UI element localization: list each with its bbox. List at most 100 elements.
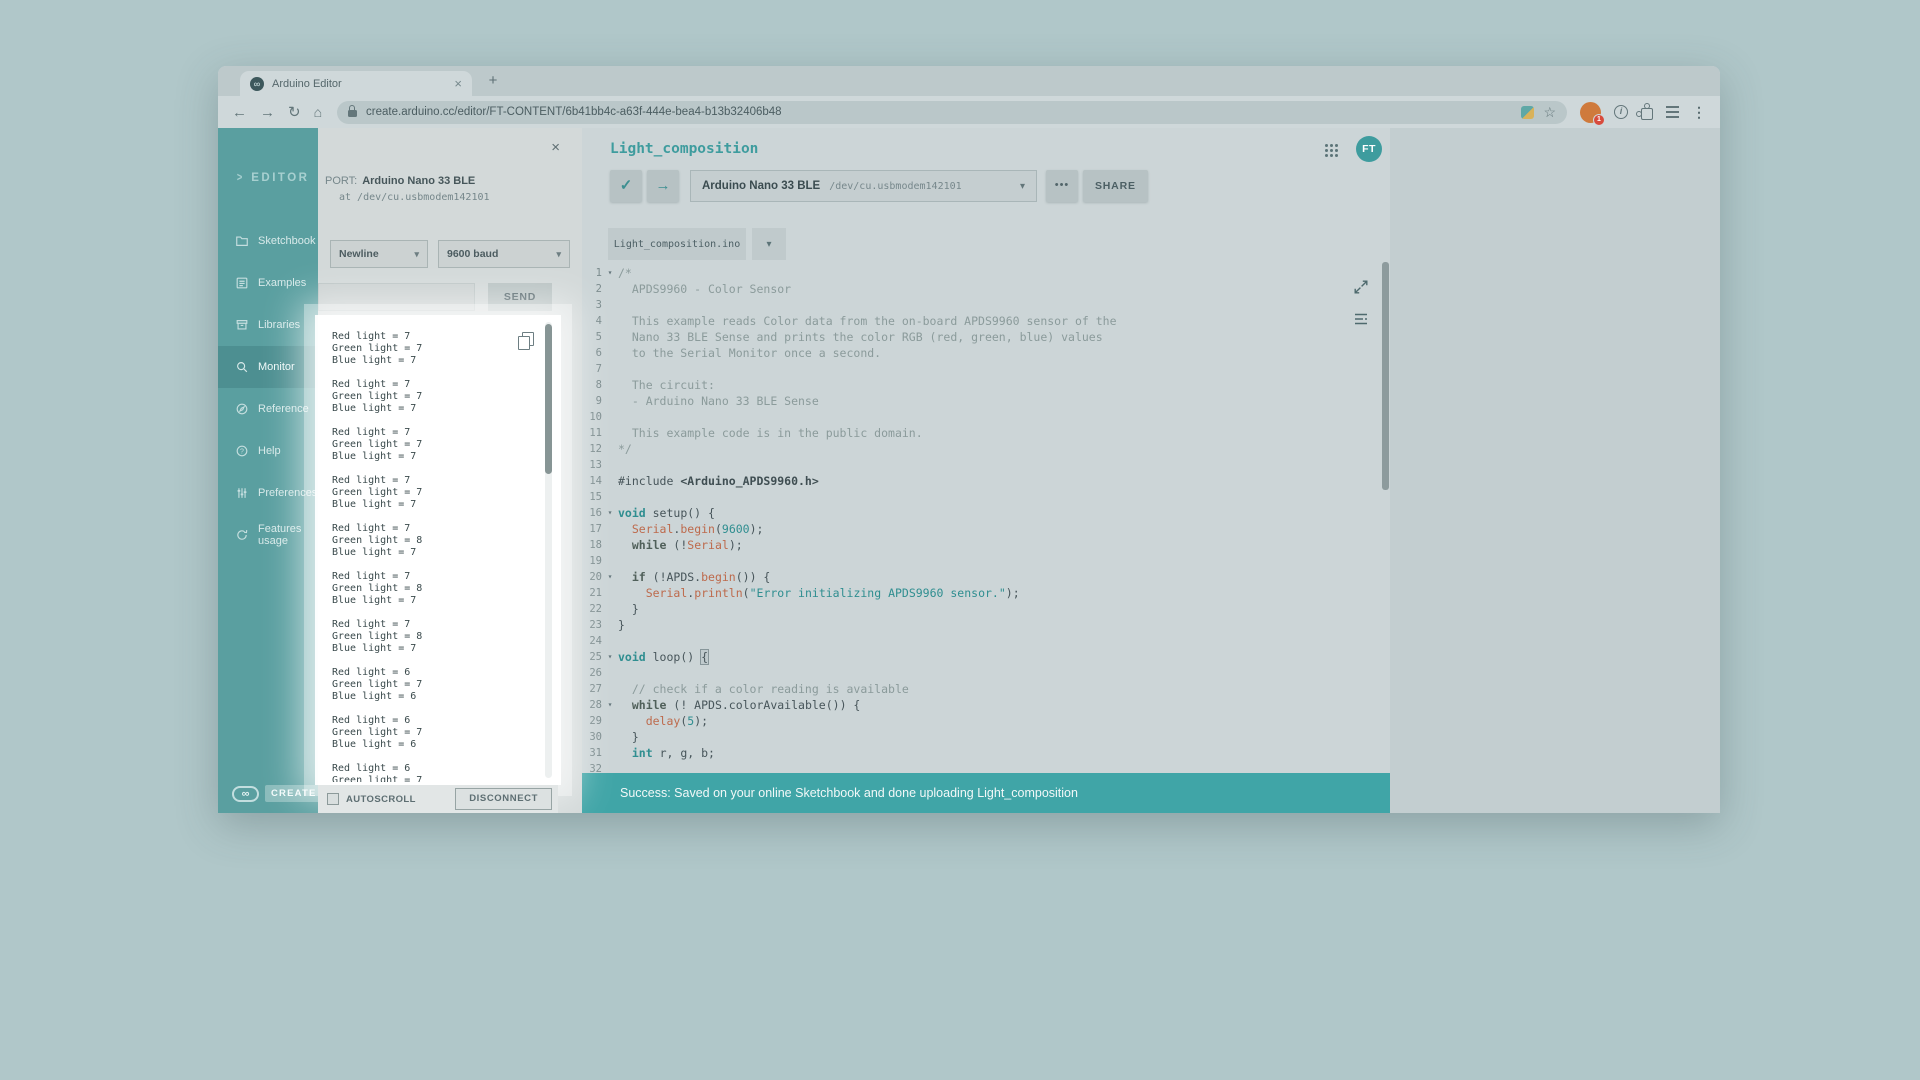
url-text: create.arduino.cc/editor/FT-CONTENT/6b41… (366, 106, 1512, 118)
libraries-icon (235, 318, 249, 332)
fold-spacer (602, 729, 618, 745)
sidebar-item-reference[interactable]: Reference (218, 388, 318, 430)
fold-spacer (602, 377, 618, 393)
fold-spacer (602, 745, 618, 761)
fold-spacer (602, 601, 618, 617)
fold-spacer (602, 633, 618, 649)
serial-scrollbar[interactable] (545, 322, 552, 778)
serial-message-input[interactable] (318, 283, 475, 311)
sidebar-item-label: Features usage (258, 523, 318, 547)
share-button[interactable]: SHARE (1083, 170, 1148, 202)
browser-menu-icon[interactable] (1692, 105, 1706, 119)
file-tab[interactable]: Light_composition.ino (608, 228, 746, 260)
serial-scrollbar-thumb[interactable] (545, 324, 552, 474)
port-row: PORT: Arduino Nano 33 BLE (325, 175, 475, 187)
disconnect-button[interactable]: DISCONNECT (455, 788, 552, 810)
board-selector[interactable]: Arduino Nano 33 BLE /dev/cu.usbmodem1421… (690, 170, 1037, 202)
reload-icon[interactable] (288, 105, 301, 120)
fullscreen-icon[interactable] (1352, 278, 1370, 296)
menu-lines-icon[interactable] (1666, 106, 1679, 118)
code-line: 1▾/* (582, 265, 1390, 281)
reference-icon (235, 402, 249, 416)
close-icon[interactable] (551, 140, 560, 155)
code-line: 7 (582, 361, 1390, 377)
port-name: Arduino Nano 33 BLE (362, 175, 475, 187)
autoscroll-checkbox[interactable] (327, 793, 339, 805)
fold-arrow-icon[interactable]: ▾ (602, 265, 618, 281)
fold-spacer (602, 457, 618, 473)
tab-title: Arduino Editor (272, 78, 446, 90)
fold-arrow-icon[interactable]: ▾ (602, 649, 618, 665)
notification-badge: 1 (1593, 114, 1605, 126)
board-name: Arduino Nano 33 BLE (702, 180, 820, 192)
new-tab-button[interactable] (484, 72, 502, 90)
fold-spacer (602, 345, 618, 361)
code-line: 25▾void loop() { (582, 649, 1390, 665)
fold-spacer (602, 585, 618, 601)
back-icon[interactable] (232, 105, 247, 120)
fold-arrow-icon[interactable]: ▾ (602, 697, 618, 713)
serial-output-group: Red light = 6Green light = 7Blue light =… (332, 715, 558, 751)
upload-button[interactable] (647, 170, 679, 202)
fold-spacer (602, 425, 618, 441)
chevron-down-icon (1020, 181, 1025, 192)
extensions-puzzle-icon[interactable] (1641, 108, 1653, 120)
serial-output-group: Red light = 7Green light = 8Blue light =… (332, 523, 558, 559)
code-line: 9 - Arduino Nano 33 BLE Sense (582, 393, 1390, 409)
fold-spacer (602, 281, 618, 297)
sidebar-item-monitor[interactable]: Monitor (218, 346, 318, 388)
fold-arrow-icon[interactable]: ▾ (602, 505, 618, 521)
user-avatar[interactable]: FT (1356, 136, 1382, 162)
format-icon[interactable] (1352, 310, 1370, 328)
fold-arrow-icon[interactable]: ▾ (602, 569, 618, 585)
more-options-button[interactable]: ••• (1046, 170, 1078, 202)
browser-tab[interactable]: Arduino Editor (240, 71, 472, 96)
tab-menu-button[interactable] (752, 228, 786, 260)
code-line: 6 to the Serial Monitor once a second. (582, 345, 1390, 361)
bookmark-star-icon[interactable] (1543, 105, 1556, 119)
baud-rate-select[interactable]: 9600 baud (438, 240, 570, 268)
address-bar[interactable]: create.arduino.cc/editor/FT-CONTENT/6b41… (337, 101, 1567, 124)
extension-icon[interactable] (1521, 106, 1534, 119)
sidebar-header-label: EDITOR (251, 172, 309, 184)
serial-monitor-panel: PORT:Arduino Nano 33 BLE at /dev/cu.usbm… (318, 128, 582, 813)
sidebar-item-label: Preferences (258, 487, 317, 499)
serial-output-group: Red light = 7Green light = 8Blue light =… (332, 619, 558, 655)
code-line: 22 } (582, 601, 1390, 617)
apps-grid-icon[interactable] (1325, 144, 1328, 147)
verify-button[interactable] (610, 170, 642, 202)
code-editor[interactable]: 1▾/*2 APDS9960 - Color Sensor34 This exa… (582, 260, 1390, 773)
code-line: 19 (582, 553, 1390, 569)
sidebar-item-libraries[interactable]: Libraries (218, 304, 318, 346)
fold-spacer (602, 393, 618, 409)
serial-output-group: Red light = 7Green light = 7Blue light =… (332, 427, 558, 463)
code-scrollbar[interactable] (1382, 262, 1389, 490)
home-icon[interactable] (314, 105, 322, 120)
serial-output-text: Red light = 7Green light = 7Blue light =… (332, 331, 558, 782)
fold-spacer (602, 761, 618, 773)
autoscroll-label: AUTOSCROLL (346, 794, 416, 805)
sidebar-item-features-usage[interactable]: Features usage (218, 514, 318, 556)
tab-close-icon[interactable] (454, 77, 462, 90)
browser-toolbar: create.arduino.cc/editor/FT-CONTENT/6b41… (218, 96, 1720, 128)
monitor-selects: Newline 9600 baud (330, 240, 570, 268)
code-line: 17 Serial.begin(9600); (582, 521, 1390, 537)
browser-profile-avatar[interactable]: 1 (1580, 102, 1601, 123)
send-button[interactable]: SEND (488, 283, 552, 311)
sidebar-item-preferences[interactable]: Preferences (218, 472, 318, 514)
create-label: CREATE (265, 785, 323, 802)
page-background (1390, 128, 1720, 813)
copy-icon[interactable] (518, 332, 534, 350)
arduino-create-logo: CREATE (232, 785, 323, 802)
baud-rate-value: 9600 baud (447, 248, 498, 260)
sketch-title: Light_composition (610, 141, 758, 157)
forward-icon[interactable] (260, 105, 275, 120)
info-icon[interactable] (1614, 105, 1628, 119)
sidebar-item-examples[interactable]: Examples (218, 262, 318, 304)
sidebar-item-label: Help (258, 445, 281, 457)
sidebar-item-sketchbook[interactable]: Sketchbook (218, 220, 318, 262)
sidebar-item-help[interactable]: ? Help (218, 430, 318, 472)
line-ending-select[interactable]: Newline (330, 240, 428, 268)
fold-spacer (602, 473, 618, 489)
port-label: PORT: (325, 175, 357, 187)
